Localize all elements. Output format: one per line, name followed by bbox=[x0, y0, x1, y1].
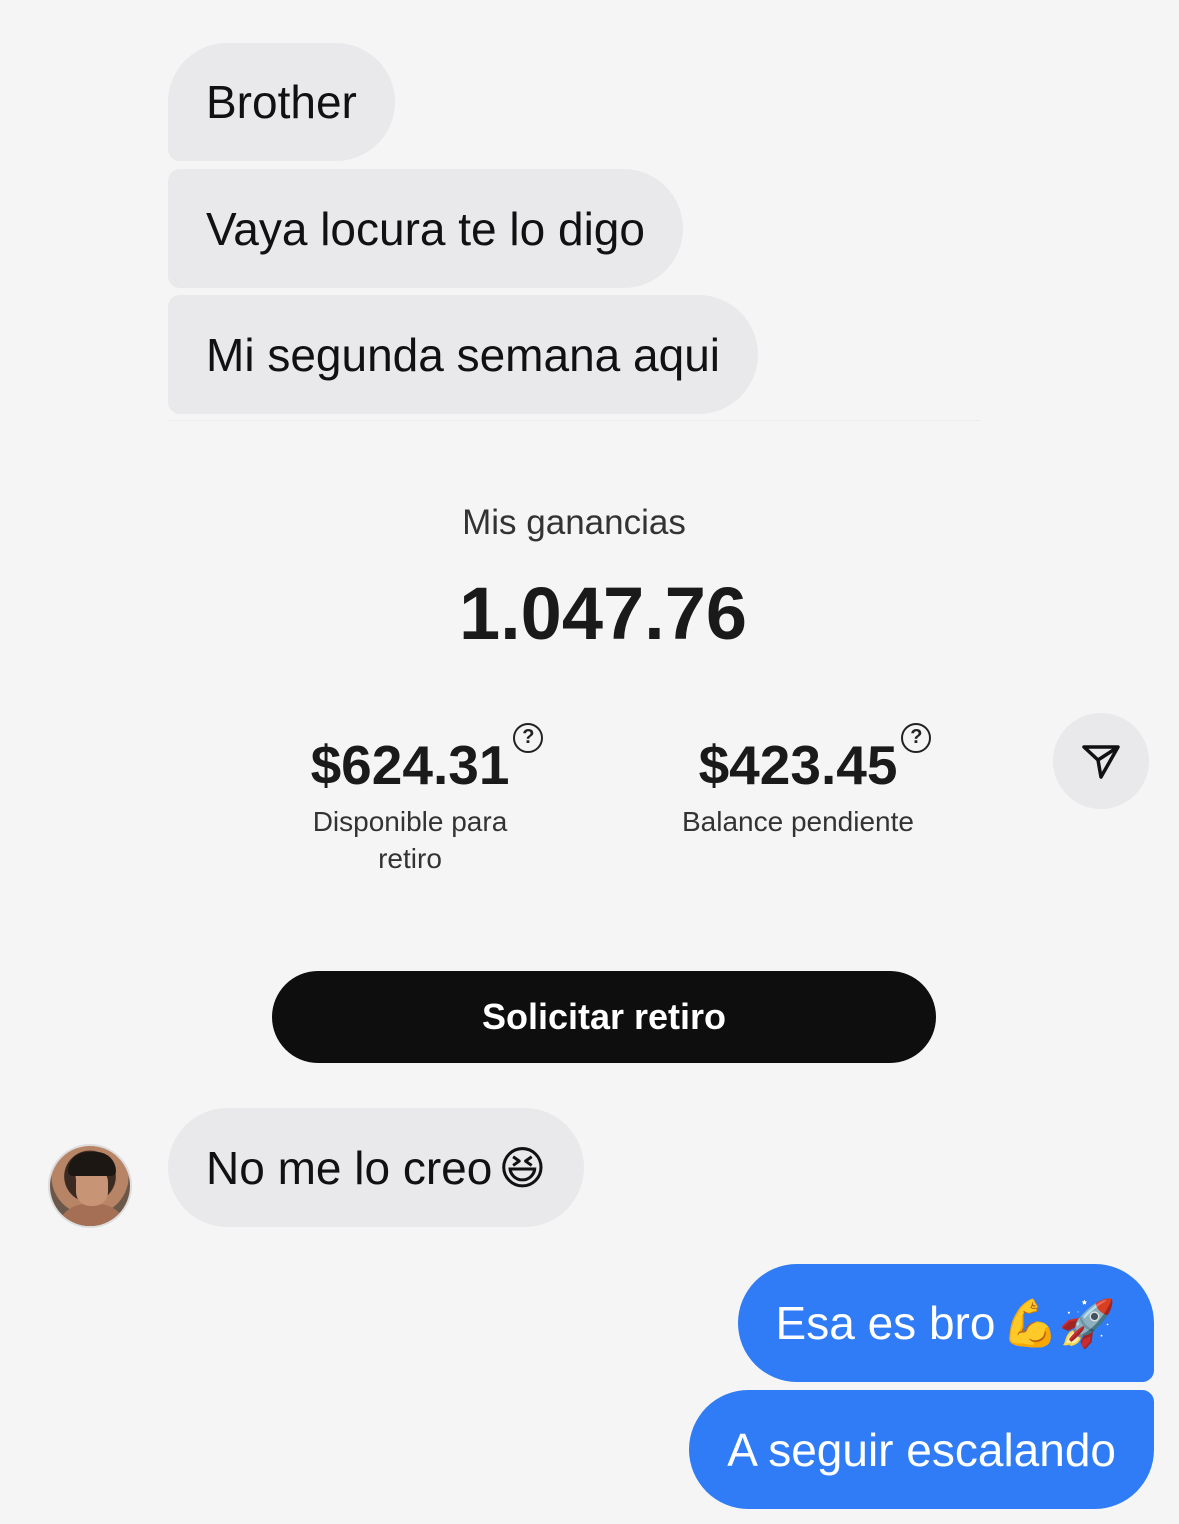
pending-amount: $423.45 ? bbox=[698, 723, 932, 797]
incoming-message[interactable]: Mi segunda semana aqui bbox=[168, 295, 758, 414]
pending-amount-text: $423.45 bbox=[698, 734, 898, 796]
available-amount-text: $624.31 bbox=[310, 734, 510, 796]
available-amount: $624.31 ? bbox=[310, 723, 544, 797]
message-text: A seguir escalando bbox=[727, 1423, 1116, 1476]
outgoing-message[interactable]: Esa es bro 💪🚀 bbox=[737, 1264, 1154, 1382]
paper-plane-icon bbox=[1082, 745, 1120, 779]
contact-avatar[interactable] bbox=[48, 1144, 132, 1228]
earnings-total: 1.047.76 bbox=[458, 572, 748, 655]
message-text: Esa es bro bbox=[775, 1297, 996, 1349]
outgoing-message[interactable]: A seguir escalando bbox=[689, 1390, 1154, 1509]
pending-label: Balance pendiente bbox=[682, 806, 914, 837]
laughing-emoji: 😆 bbox=[498, 1140, 547, 1195]
withdraw-button[interactable]: Solicitar retiro bbox=[272, 971, 936, 1063]
incoming-message[interactable]: Vaya locura te lo digo bbox=[168, 169, 683, 288]
incoming-message[interactable]: No me lo creo 😆 bbox=[168, 1108, 585, 1227]
pending-balance: $423.45 ? Balance pendiente bbox=[668, 723, 932, 840]
available-balance: $624.31 ? Disponible para retiro bbox=[280, 723, 544, 877]
shared-earnings-screenshot[interactable]: Mis ganancias 1.047.76 $624.31 ? Disponi… bbox=[168, 420, 980, 1088]
share-button[interactable] bbox=[1053, 713, 1149, 809]
incoming-message[interactable]: Brother bbox=[168, 43, 395, 161]
available-label: Disponible para retiro bbox=[312, 806, 508, 874]
help-icon[interactable]: ? bbox=[901, 723, 932, 753]
message-text: Brother bbox=[206, 76, 357, 128]
message-text: Vaya locura te lo digo bbox=[206, 202, 645, 255]
help-icon[interactable]: ? bbox=[513, 723, 544, 753]
earnings-title: Mis ganancias bbox=[462, 503, 686, 542]
muscle-rocket-emoji: 💪🚀 bbox=[1001, 1296, 1116, 1350]
message-text: Mi segunda semana aqui bbox=[206, 328, 720, 381]
message-text: No me lo creo bbox=[206, 1141, 493, 1194]
